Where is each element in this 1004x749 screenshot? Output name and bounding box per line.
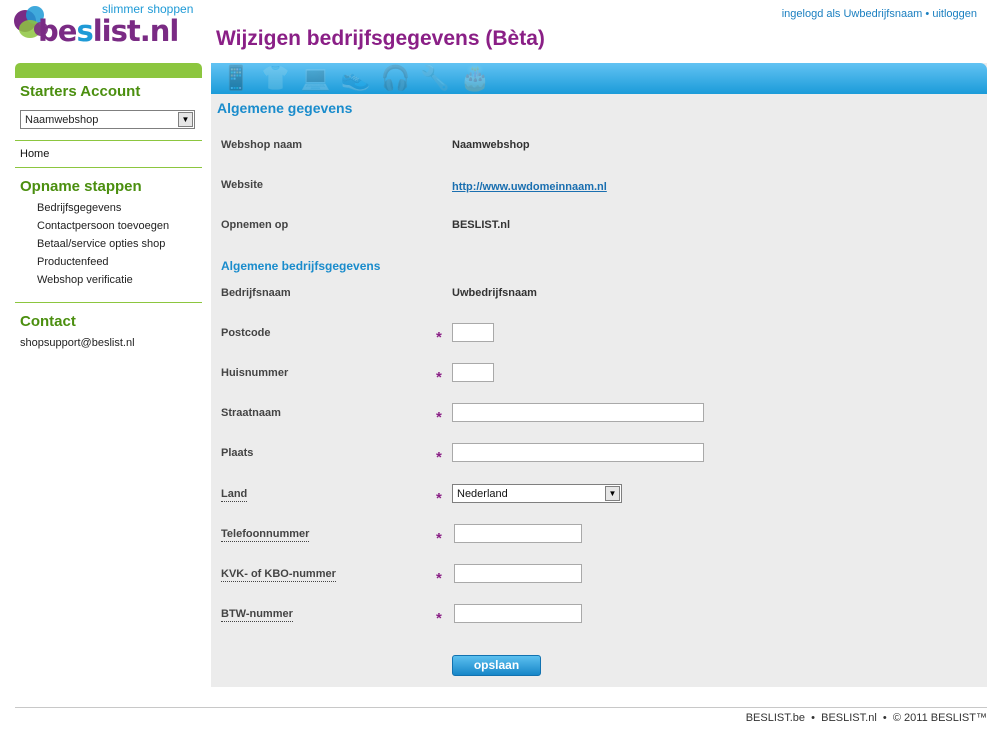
shop-select[interactable]: Naamwebshop ▼	[20, 110, 195, 129]
contact-email[interactable]: shopsupport@beslist.nl	[15, 337, 202, 349]
row-postcode: Postcode *	[221, 323, 921, 346]
required-icon: *	[436, 409, 442, 426]
required-icon: *	[436, 530, 442, 547]
steps-heading: Opname stappen	[20, 178, 142, 195]
page-title: Wijzigen bedrijfsgegevens (Bèta)	[216, 27, 545, 50]
save-button[interactable]: opslaan	[452, 655, 541, 676]
footer-separator: •	[882, 712, 887, 724]
listed-value: BESLIST.nl	[452, 219, 511, 231]
logo-rest: list.nl	[92, 14, 180, 48]
sidebar: Starters Account Naamwebshop ▼ Home Opna…	[15, 63, 202, 349]
footer-divider	[15, 707, 987, 708]
chevron-down-icon: ▼	[178, 112, 193, 127]
step-betaal-service[interactable]: Betaal/service opties shop	[37, 235, 202, 253]
logo-wordmark: beslist.nl	[38, 14, 180, 48]
step-productenfeed[interactable]: Productenfeed	[37, 253, 202, 271]
required-icon: *	[436, 369, 442, 386]
step-webshop-verificatie[interactable]: Webshop verificatie	[37, 271, 202, 289]
home-link[interactable]: Home	[15, 148, 202, 160]
shop-name-label: Webshop naam	[221, 139, 303, 151]
company-name-label: Bedrijfsnaam	[221, 287, 291, 299]
country-select[interactable]: Nederland ▼	[452, 484, 622, 503]
sidebar-top-bar	[15, 63, 202, 78]
house-number-input[interactable]	[452, 363, 494, 382]
steps-list: Bedrijfsgegevens Contactpersoon toevoege…	[15, 199, 202, 289]
footer-link-beslist-be[interactable]: BESLIST.be	[746, 712, 805, 724]
row-city: Plaats *	[221, 443, 921, 466]
vat-label: BTW-nummer	[221, 608, 293, 622]
step-contactpersoon[interactable]: Contactpersoon toevoegen	[37, 217, 202, 235]
phone-input[interactable]	[454, 524, 582, 543]
shop-select-value: Naamwebshop	[25, 114, 99, 126]
company-name-value: Uwbedrijfsnaam	[452, 287, 537, 299]
website-link[interactable]: http://www.uwdomeinnaam.nl	[452, 181, 607, 193]
general-heading: Algemene gegevens	[217, 100, 353, 116]
street-input[interactable]	[452, 403, 704, 422]
kvk-label: KVK- of KBO-nummer	[221, 568, 336, 582]
postcode-label: Postcode	[221, 327, 271, 339]
row-shop-name: Webshop naam Naamwebshop	[221, 135, 921, 155]
company-heading: Algemene bedrijfsgegevens	[221, 259, 381, 273]
listed-label: Opnemen op	[221, 219, 289, 231]
website-label: Website	[221, 179, 263, 191]
required-icon: *	[436, 570, 442, 587]
kvk-input[interactable]	[454, 564, 582, 583]
step-bedrijfsgegevens[interactable]: Bedrijfsgegevens	[37, 199, 202, 217]
required-icon: *	[436, 329, 442, 346]
contact-heading: Contact	[20, 313, 76, 330]
row-vat: BTW-nummer *	[221, 604, 921, 627]
logged-in-text: ingelogd als Uwbedrijfsnaam	[781, 8, 923, 20]
category-banner: 📱👕💻👟🎧🔧🎂	[211, 63, 987, 94]
country-select-value: Nederland	[457, 488, 508, 500]
logo-prefix: be	[38, 14, 77, 48]
required-icon: *	[436, 490, 442, 507]
phone-label: Telefoonnummer	[221, 528, 310, 542]
row-country: Land * Nederland ▼	[221, 484, 921, 507]
country-label: Land	[221, 488, 248, 502]
beslist-logo[interactable]: slimmer shoppen beslist.nl	[14, 2, 193, 52]
footer-link-beslist-nl[interactable]: BESLIST.nl	[821, 712, 877, 724]
footer-copyright: © 2011 BESLIST™	[892, 712, 987, 724]
city-input[interactable]	[452, 443, 704, 462]
footer: BESLIST.be • BESLIST.nl • © 2011 BESLIST…	[746, 712, 987, 724]
category-icons: 📱👕💻👟🎧🔧🎂	[221, 65, 501, 92]
logout-link[interactable]: uitloggen	[932, 8, 977, 20]
main-panel: 📱👕💻👟🎧🔧🎂 Algemene gegevens Webshop naam N…	[211, 63, 987, 687]
row-website: Website http://www.uwdomeinnaam.nl	[221, 175, 921, 195]
street-label: Straatnaam	[221, 407, 281, 419]
row-company-name: Bedrijfsnaam Uwbedrijfsnaam	[221, 283, 921, 303]
logo-accent: s	[76, 14, 93, 48]
house-number-label: Huisnummer	[221, 367, 289, 379]
footer-separator: •	[811, 712, 815, 724]
row-phone: Telefoonnummer *	[221, 524, 921, 547]
user-area: ingelogd als Uwbedrijfsnaam • uitloggen	[782, 8, 977, 20]
postcode-input[interactable]	[452, 323, 494, 342]
required-icon: *	[436, 610, 442, 627]
row-listed-on: Opnemen op BESLIST.nl	[221, 215, 921, 235]
shop-name-value: Naamwebshop	[452, 139, 530, 151]
city-label: Plaats	[221, 447, 254, 459]
row-house-number: Huisnummer *	[221, 363, 921, 386]
row-kvk: KVK- of KBO-nummer *	[221, 564, 921, 587]
separator: •	[925, 8, 930, 20]
divider	[15, 167, 202, 168]
row-street: Straatnaam *	[221, 403, 921, 426]
chevron-down-icon: ▼	[605, 486, 620, 501]
account-heading: Starters Account	[20, 83, 141, 100]
divider	[15, 140, 202, 141]
required-icon: *	[436, 449, 442, 466]
vat-input[interactable]	[454, 604, 582, 623]
divider	[15, 302, 202, 303]
